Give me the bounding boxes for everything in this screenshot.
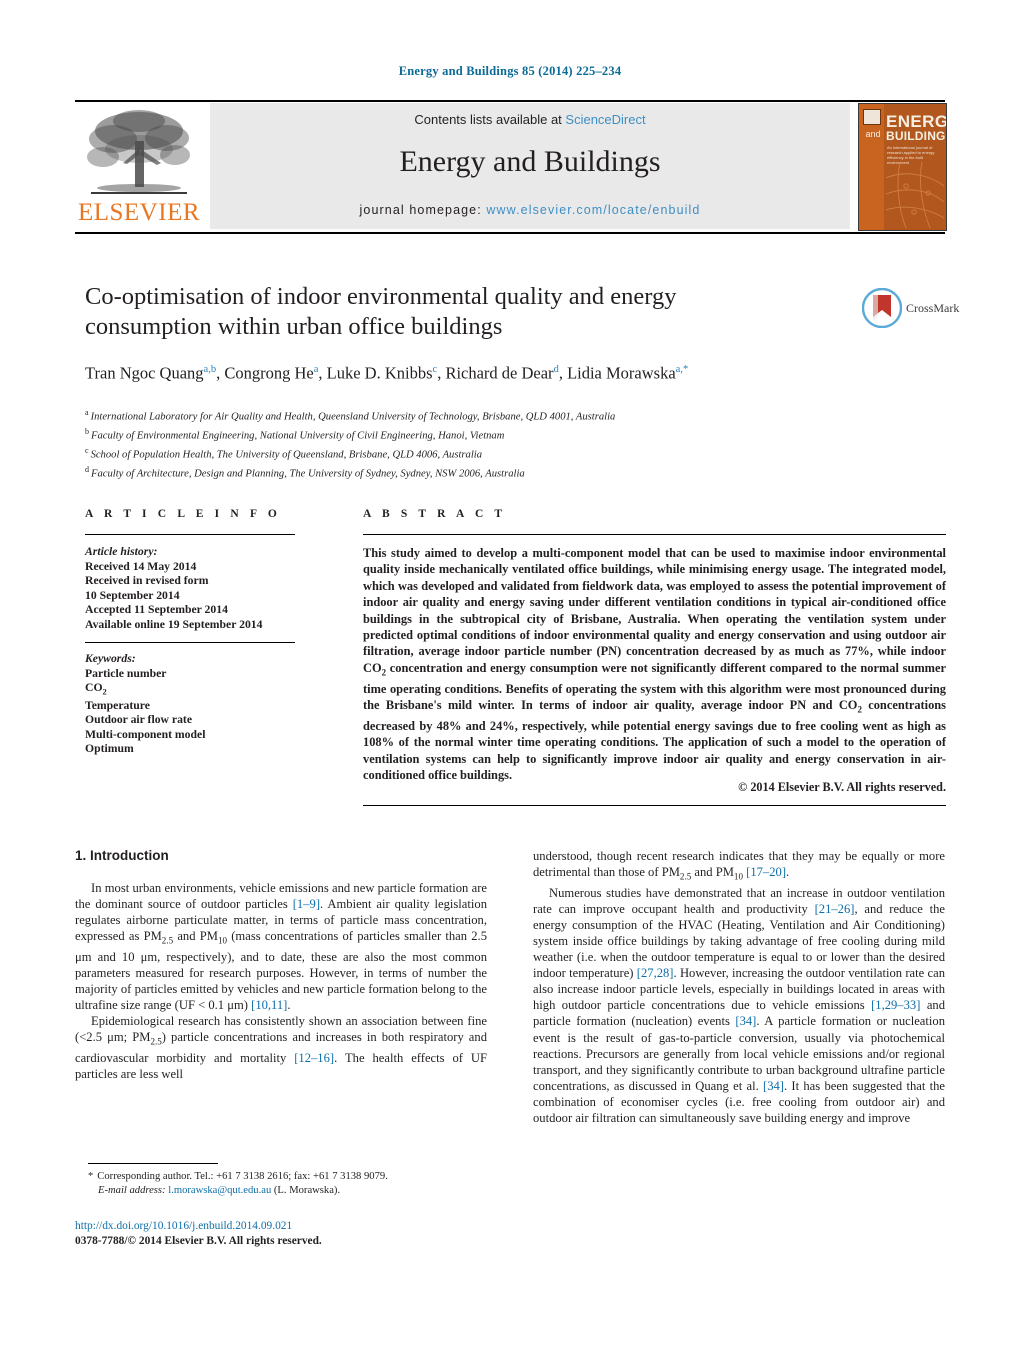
journal-homepage-line: journal homepage: www.elsevier.com/locat… (210, 203, 850, 217)
keywords-rule (85, 642, 295, 643)
doi-block: http://dx.doi.org/10.1016/j.enbuild.2014… (75, 1219, 505, 1249)
contents-prefix: Contents lists available at (414, 112, 566, 127)
homepage-prefix: journal homepage: (359, 203, 487, 217)
abstract-copyright: © 2014 Elsevier B.V. All rights reserved… (738, 780, 946, 794)
sciencedirect-link[interactable]: ScienceDirect (565, 112, 645, 127)
crossmark-label: CrossMark (906, 301, 960, 315)
crossmark-badge[interactable]: CrossMark (862, 288, 960, 330)
affiliation-mark: c (85, 446, 89, 456)
article-history-line: 10 September 2014 (85, 588, 180, 602)
footnote-rule (88, 1163, 218, 1164)
article-history-lines: Received 14 May 2014 Received in revised … (85, 560, 300, 633)
cover-publisher-badge-icon (863, 109, 881, 125)
journal-title: Energy and Buildings (399, 145, 661, 178)
journal-homepage-link[interactable]: www.elsevier.com/locate/enbuild (486, 203, 700, 217)
abstract-text: This study aimed to develop a multi-comp… (363, 546, 947, 783)
article-info-heading: A R T I C L E I N F O (85, 508, 281, 520)
affiliation-text: International Laboratory for Air Quality… (90, 411, 616, 423)
doi-link[interactable]: http://dx.doi.org/10.1016/j.enbuild.2014… (75, 1219, 505, 1234)
issn-copyright-line: 0378-7788/© 2014 Elsevier B.V. All right… (75, 1235, 322, 1247)
affiliation-mark: b (85, 427, 89, 437)
cover-and-word: and (865, 129, 881, 139)
journal-masthead: ELSEVIER Contents lists available at Sci… (75, 103, 947, 231)
crossmark-icon (862, 288, 902, 328)
masthead-gray-panel: Contents lists available at ScienceDirec… (210, 103, 850, 229)
cover-artwork-icon (885, 161, 945, 229)
keywords-block: Keywords: Particle number CO2 Temperature O… (85, 652, 300, 757)
email-suffix: (L. Morawska). (273, 1185, 341, 1196)
footnote-line-2: E-mail address: l.morawska@qut.edu.au (L… (88, 1184, 488, 1198)
intro-left-text: In most urban environments, vehicle emis… (75, 881, 487, 1082)
affiliation-item: c School of Population Health, The Univer… (85, 444, 845, 463)
article-history-line: Received in revised form (85, 574, 209, 587)
body-column-left: 1. Introduction In most urban environmen… (75, 848, 487, 1082)
paper-title: Co-optimisation of indoor environmental … (85, 283, 677, 340)
masthead-bottom-rule (75, 232, 945, 234)
cover-buildings-word: BUILDINGS (886, 129, 946, 143)
corresponding-email-link[interactable]: l.morawska@qut.edu.au (168, 1185, 271, 1196)
corresponding-author-footnote: * Corresponding author. Tel.: +61 7 3138 … (88, 1170, 488, 1198)
contents-available-line: Contents lists available at ScienceDirec… (210, 112, 850, 127)
journal-cover-thumbnail: and ENERGY BUILDINGS An international jo… (858, 103, 947, 231)
keywords-label: Keywords: (85, 652, 136, 665)
affiliation-item: a International Laboratory for Air Qualit… (85, 406, 845, 425)
affiliation-mark: d (85, 465, 89, 475)
masthead-top-rule (75, 100, 945, 102)
elsevier-wordmark: ELSEVIER (77, 199, 201, 226)
elsevier-logo: ELSEVIER (75, 103, 203, 229)
article-history-label: Article history: (85, 545, 158, 558)
author-list: Tran Ngoc Quanga,b, Congrong Hea, Luke D… (85, 363, 689, 383)
affiliations-list: a International Laboratory for Air Qualit… (85, 406, 845, 483)
body-column-right: understood, though recent research indic… (533, 848, 945, 1126)
section-heading-introduction: 1. Introduction (75, 848, 169, 863)
footnote-star: * (88, 1171, 94, 1182)
article-history-block: Article history: Received 14 May 2014 Rec… (85, 545, 300, 632)
article-history-line: Received 14 May 2014 (85, 559, 197, 573)
running-head: Energy and Buildings 85 (2014) 225–234 (398, 64, 622, 78)
article-info-rule (85, 534, 295, 535)
article-page: Energy and Buildings 85 (2014) 225–234 E… (0, 0, 1020, 1351)
article-history-line: Available online 19 September 2014 (85, 617, 263, 631)
footnote-corresponding-text: Corresponding author. Tel.: +61 7 3138 2… (97, 1171, 388, 1182)
affiliation-text: Faculty of Environmental Engineering, Na… (91, 430, 505, 442)
article-history-line: Accepted 11 September 2014 (85, 603, 228, 616)
footnote-line-1: * Corresponding author. Tel.: +61 7 3138 … (88, 1170, 488, 1184)
abstract-heading: A B S T R A C T (363, 508, 507, 520)
affiliation-mark: a (85, 408, 89, 417)
affiliation-item: b Faculty of Environmental Engineering, N… (85, 425, 845, 444)
affiliation-item: d Faculty of Architecture, Design and Pla… (85, 463, 845, 482)
abstract-bottom-rule (363, 805, 946, 806)
abstract-rule (363, 534, 946, 535)
keywords-items: Particle number CO2 Temperature Outdoor air… (85, 666, 206, 756)
elsevier-tree-icon (87, 110, 190, 194)
email-label: E-mail address: (98, 1185, 166, 1196)
intro-right-text: understood, though recent research indic… (533, 849, 946, 1126)
affiliation-text: School of Population Health, The Univers… (90, 449, 483, 461)
title-block: Co-optimisation of indoor environmental … (85, 282, 785, 385)
affiliation-text: Faculty of Architecture, Design and Plan… (91, 468, 525, 480)
